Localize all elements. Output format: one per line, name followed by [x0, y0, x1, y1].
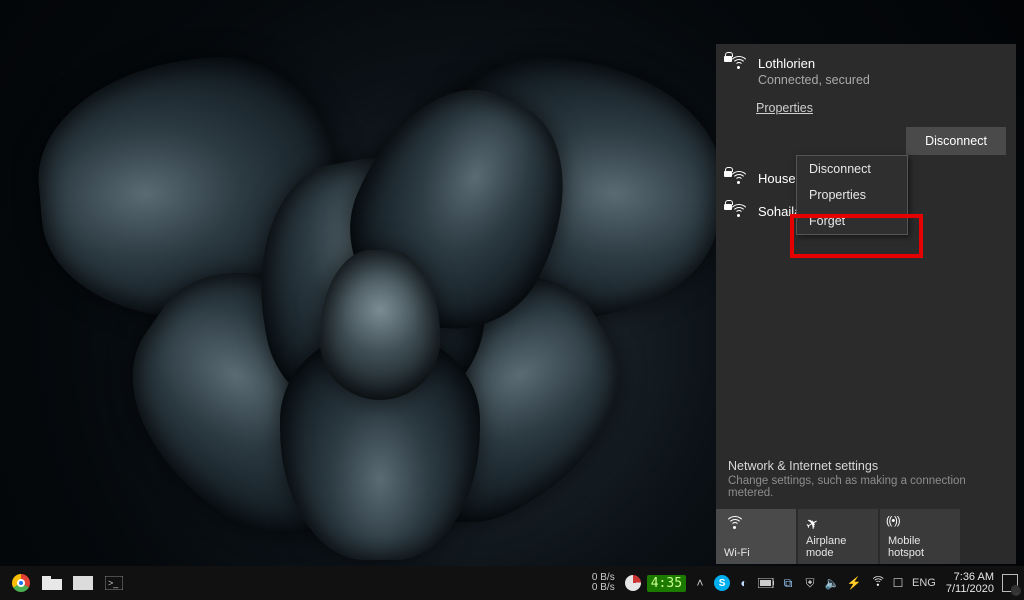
tray-dropbox[interactable]: ⧉ [780, 575, 796, 591]
wifi-icon [870, 576, 882, 589]
wifi-icon [724, 516, 744, 533]
airplane-icon: ✈ [802, 513, 822, 535]
network-settings-link[interactable]: Network & Internet settings [716, 459, 1016, 473]
network-context-menu: Disconnect Properties Forget [796, 155, 908, 235]
context-menu-forget[interactable]: Forget [797, 208, 907, 234]
chrome-icon [12, 574, 30, 592]
tray-timer[interactable]: 4:35 [647, 575, 686, 592]
skype-icon: S [714, 575, 730, 591]
terminal-icon: >_ [105, 576, 123, 590]
netspeed-down: 0 B/s [592, 583, 615, 593]
wifi-secured-icon [728, 204, 748, 221]
taskbar-app-terminal[interactable]: >_ [103, 572, 125, 594]
quick-action-tiles: Wi-Fi ✈ Airplane mode Mobile hotspot [716, 509, 1016, 564]
hotspot-icon [888, 516, 906, 532]
pie-chart-icon [625, 575, 641, 591]
notification-count: 4 [1011, 586, 1021, 596]
tray-battery[interactable] [758, 575, 774, 591]
tray-volume[interactable]: 🔈 [824, 575, 840, 591]
tray-cast[interactable]: ☐ [890, 575, 906, 591]
tray-language[interactable]: ENG [912, 575, 936, 591]
tray-wifi[interactable] [868, 575, 884, 591]
network-item-connected[interactable]: Lothlorien Connected, secured [716, 44, 1016, 91]
window-icon [73, 576, 93, 590]
folder-icon [42, 576, 62, 590]
tray-power-plan[interactable]: ⚡ [846, 575, 862, 591]
tile-label: Mobile hotspot [888, 535, 954, 559]
tile-hotspot[interactable]: Mobile hotspot [880, 509, 960, 564]
properties-link[interactable]: Properties [756, 101, 1016, 115]
context-menu-properties[interactable]: Properties [797, 182, 907, 208]
tray-disk-usage[interactable] [625, 575, 641, 591]
network-name: Lothlorien [758, 56, 870, 71]
tile-label: Wi-Fi [724, 547, 790, 559]
clock-date: 7/11/2020 [946, 583, 994, 595]
disconnect-button[interactable]: Disconnect [906, 127, 1006, 155]
context-menu-disconnect[interactable]: Disconnect [797, 156, 907, 182]
tray-security[interactable]: ⛨ [802, 575, 818, 591]
tray-netspeed[interactable]: 0 B/s 0 B/s [592, 573, 615, 593]
tray-flux[interactable]: ◐ [736, 575, 752, 591]
tray-chevron-up[interactable]: ˄ [692, 575, 708, 591]
network-settings-subtitle: Change settings, such as making a connec… [716, 473, 1016, 509]
battery-icon [758, 578, 774, 588]
svg-text:>_: >_ [108, 578, 119, 588]
taskbar: >_ 0 B/s 0 B/s 4:35 ˄ S ◐ ⧉ ⛨ 🔈 ⚡ ☐ ENG … [0, 566, 1024, 600]
clock-time: 7:36 AM [954, 571, 994, 583]
wifi-secured-icon [728, 171, 748, 188]
taskbar-app-generic[interactable] [72, 572, 94, 594]
tile-airplane[interactable]: ✈ Airplane mode [798, 509, 878, 564]
taskbar-app-chrome[interactable] [10, 572, 32, 594]
notification-icon: 4 [1002, 574, 1018, 592]
tile-label: Airplane mode [806, 535, 872, 559]
tray-action-center[interactable]: 4 [1002, 575, 1018, 591]
network-status: Connected, secured [758, 73, 870, 87]
tile-wifi[interactable]: Wi-Fi [716, 509, 796, 564]
tray-clock[interactable]: 7:36 AM 7/11/2020 [946, 571, 994, 595]
wifi-secured-icon [728, 56, 748, 73]
network-flyout: Lothlorien Connected, secured Properties… [716, 44, 1016, 564]
taskbar-app-explorer[interactable] [41, 572, 63, 594]
tray-skype[interactable]: S [714, 575, 730, 591]
